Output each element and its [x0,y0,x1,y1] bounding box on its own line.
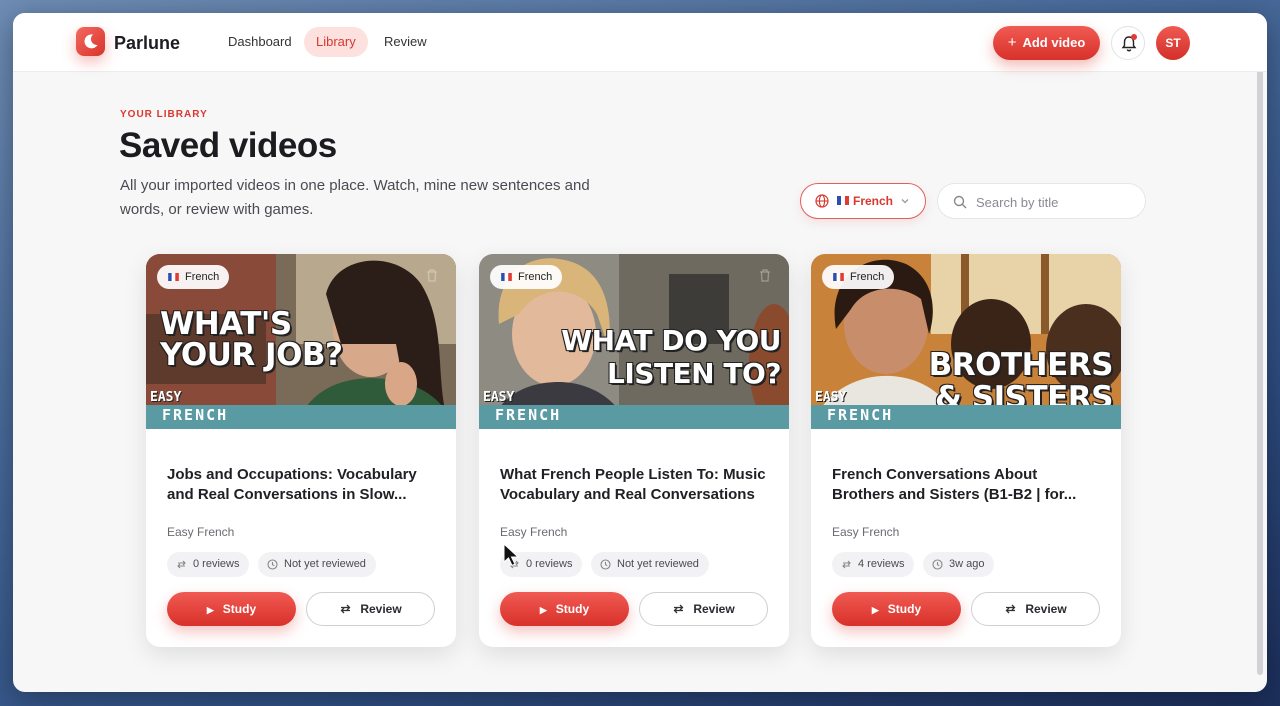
language-badge-label: French [850,271,885,283]
language-badge-label: French [185,271,220,283]
thumbnail-headline: WHAT DO YOU LISTEN TO? [561,324,781,390]
repeat-icon [673,604,684,614]
clock-icon [600,559,611,570]
review-status-chip: Not yet reviewed [591,552,709,577]
french-flag-icon [168,273,179,281]
nav-dashboard[interactable]: Dashboard [216,27,304,57]
play-icon: ▶ [871,605,879,615]
language-select[interactable]: French [800,183,926,219]
nav-review[interactable]: Review [372,27,439,57]
video-title[interactable]: Jobs and Occupations: Vocabulary and Rea… [167,465,435,505]
logo-icon[interactable] [76,27,105,56]
language-badge: French [822,265,895,289]
add-video-button[interactable]: + Add video [993,26,1100,60]
review-button[interactable]: Review [971,592,1100,626]
scrollbar[interactable] [1257,19,1263,675]
search-input[interactable] [976,192,1136,212]
notification-dot [1131,34,1137,40]
chevron-down-icon [901,199,909,204]
nav-library[interactable]: Library [304,27,368,57]
thumbnail-brand-french: FRENCH [827,406,894,424]
review-button-label: Review [1025,602,1067,616]
app-window: Parlune Dashboard Library Review + Add vi… [13,13,1267,692]
clock-icon [267,559,278,570]
review-status: 3w ago [949,558,985,570]
study-button[interactable]: ▶ Study [832,592,961,626]
language-badge: French [157,265,230,289]
thumbnail-brand-easy: EASY [150,390,182,405]
repeat-icon [177,560,186,569]
reviews-count: 4 reviews [858,558,905,570]
video-title[interactable]: French Conversations About Brothers and … [832,465,1100,505]
video-card[interactable]: WHAT'S YOUR JOB? EASY FRENCH French Jobs… [146,254,456,647]
thumbnail-brand-easy: EASY [815,390,847,405]
add-video-label: Add video [1022,35,1086,50]
notifications-button[interactable] [1111,26,1145,60]
study-button-label: Study [555,602,590,616]
language-badge-label: French [518,271,553,283]
channel-name: Easy French [500,525,568,539]
video-thumbnail[interactable]: WHAT'S YOUR JOB? EASY FRENCH French [146,254,456,429]
study-button-label: Study [222,602,257,616]
repeat-icon [1005,604,1016,614]
thumbnail-line-1: WHAT DO YOU [561,324,781,357]
repeat-icon [842,560,851,569]
video-thumbnail[interactable]: BROTHERS & SISTERS EASY FRENCH French [811,254,1121,429]
mouse-cursor-icon [503,543,520,567]
thumbnail-brand-french: FRENCH [162,406,229,424]
review-status: Not yet reviewed [284,558,366,570]
video-thumbnail[interactable]: WHAT DO YOU LISTEN TO? EASY FRENCH Frenc… [479,254,789,429]
play-icon: ▶ [539,605,547,615]
trash-icon[interactable] [426,269,438,282]
study-button[interactable]: ▶ Study [500,592,629,626]
page-title: Saved videos [119,126,337,165]
plus-icon: + [1007,34,1017,51]
clock-icon [932,559,943,570]
thumbnail-line-1: BROTHERS [928,347,1114,383]
study-button[interactable]: ▶ Study [167,592,296,626]
french-flag-icon [501,273,512,281]
reviews-chip: 4 reviews [832,552,915,577]
play-icon: ▶ [206,605,214,615]
thumbnail-line-2: LISTEN TO? [607,357,781,390]
review-button-label: Review [693,602,735,616]
thumbnail-brand-easy: EASY [483,390,515,405]
trash-icon[interactable] [759,269,771,282]
page-eyebrow: YOUR LIBRARY [120,109,208,120]
french-flag-icon [837,196,849,205]
repeat-icon [340,604,351,614]
thumbnail-line-1: WHAT'S [160,306,292,342]
reviews-count: 0 reviews [526,558,573,570]
reviews-count: 0 reviews [193,558,240,570]
page-subtitle: All your imported videos in one place. W… [120,177,590,218]
language-badge: French [490,265,563,289]
review-status-chip: 3w ago [923,552,995,577]
review-button[interactable]: Review [306,592,435,626]
review-status-chip: Not yet reviewed [258,552,376,577]
search-icon [953,195,967,209]
language-select-value: French [853,194,894,208]
video-card[interactable]: WHAT DO YOU LISTEN TO? EASY FRENCH Frenc… [479,254,789,647]
search-box[interactable] [937,183,1146,219]
review-button-label: Review [360,602,402,616]
thumbnail-headline: WHAT'S YOUR JOB? [160,309,343,371]
video-title[interactable]: What French People Listen To: Music Voca… [500,465,768,505]
thumbnail-brand-french: FRENCH [495,406,562,424]
globe-icon [815,194,829,208]
reviews-chip: 0 reviews [167,552,250,577]
channel-name: Easy French [167,525,235,539]
review-status: Not yet reviewed [617,558,699,570]
brand-name[interactable]: Parlune [114,33,180,54]
review-button[interactable]: Review [639,592,768,626]
video-card[interactable]: BROTHERS & SISTERS EASY FRENCH French Fr… [811,254,1121,647]
thumbnail-line-2: YOUR JOB? [160,337,343,373]
study-button-label: Study [887,602,922,616]
channel-name: Easy French [832,525,900,539]
french-flag-icon [833,273,844,281]
top-navbar: Parlune Dashboard Library Review + Add vi… [13,13,1267,72]
user-avatar[interactable]: ST [1156,26,1190,60]
